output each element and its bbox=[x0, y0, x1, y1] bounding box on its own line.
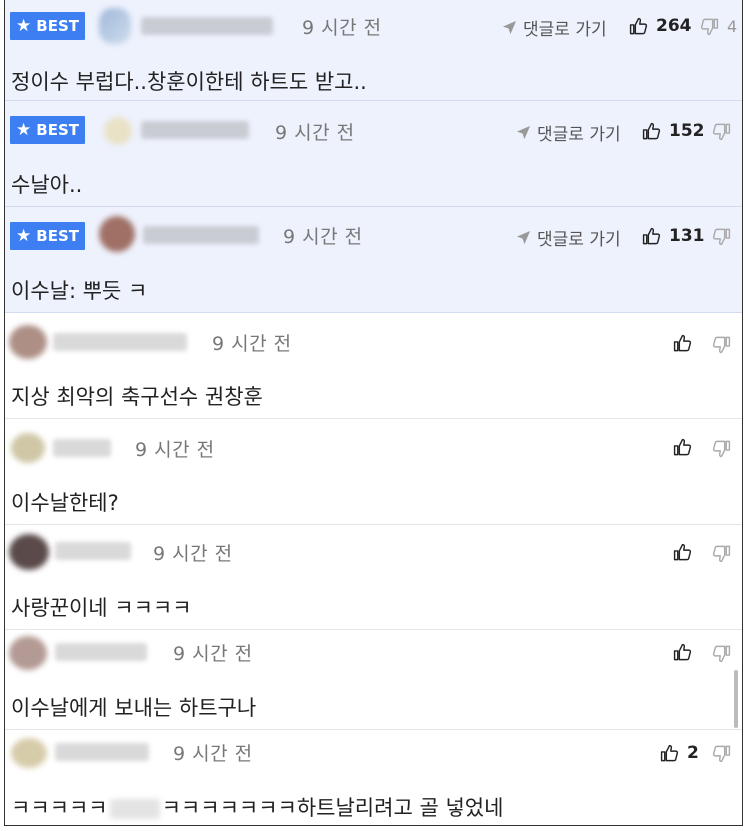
comment-item: 9 시간 전 이수날한테? bbox=[5, 419, 742, 525]
best-badge: ★ BEST bbox=[10, 222, 85, 250]
dislike-button[interactable] bbox=[712, 122, 731, 141]
nickname-blurred bbox=[143, 226, 259, 244]
nickname-blurred bbox=[53, 333, 187, 351]
thumbs-down-icon bbox=[700, 17, 719, 36]
comment-time: 9 시간 전 bbox=[173, 643, 253, 665]
thumbs-down-icon bbox=[712, 744, 731, 763]
blurred-text bbox=[109, 799, 160, 819]
comment-text: 정이수 부럽다..창훈이한테 하트도 받고.. bbox=[11, 70, 367, 94]
nickname-blurred bbox=[141, 17, 273, 35]
comment-item: 9 시간 전 지상 최악의 축구선수 권창훈 bbox=[5, 313, 742, 419]
thumbs-up-icon bbox=[642, 227, 661, 246]
comment-text: 이수날에게 보내는 하트구나 bbox=[11, 696, 257, 720]
comment-list: ★ BEST 9 시간 전 댓글로 가기 264 4 정이수 부럽다..창훈이한… bbox=[4, 0, 743, 826]
nickname-blurred bbox=[55, 643, 147, 661]
comment-time: 9 시간 전 bbox=[283, 226, 363, 248]
thumbs-up-icon bbox=[673, 643, 692, 662]
comment-item: ★ BEST 9 시간 전 댓글로 가기 264 4 정이수 부럽다..창훈이한… bbox=[5, 0, 742, 101]
like-button[interactable]: 131 bbox=[642, 226, 705, 246]
like-count: 2 bbox=[687, 743, 699, 763]
thumbs-up-icon bbox=[629, 17, 648, 36]
nickname-blurred bbox=[53, 439, 111, 457]
like-button[interactable] bbox=[673, 643, 692, 662]
comment-text: 수날아.. bbox=[11, 173, 83, 197]
send-arrow-icon bbox=[502, 20, 517, 35]
dislike-button[interactable] bbox=[712, 644, 731, 663]
reply-link[interactable]: 댓글로 가기 bbox=[516, 120, 621, 145]
avatar bbox=[99, 216, 135, 252]
star-icon: ★ bbox=[16, 119, 32, 140]
dislike-button[interactable] bbox=[712, 227, 731, 246]
thumbs-down-icon bbox=[712, 227, 731, 246]
dislike-button[interactable] bbox=[712, 439, 731, 458]
send-arrow-icon bbox=[516, 125, 531, 140]
thumbs-down-icon bbox=[712, 439, 731, 458]
dislike-count: 4 bbox=[727, 17, 738, 36]
reply-link[interactable]: 댓글로 가기 bbox=[502, 15, 607, 40]
like-count: 152 bbox=[669, 121, 705, 141]
comment-text: 사랑꾼이네 ㅋㅋㅋㅋ bbox=[11, 596, 192, 620]
best-badge: ★ BEST bbox=[10, 12, 85, 40]
like-button[interactable]: 152 bbox=[642, 121, 705, 141]
thumbs-up-icon bbox=[660, 744, 679, 763]
comment-time: 9 시간 전 bbox=[173, 743, 253, 765]
avatar bbox=[11, 433, 45, 463]
thumbs-up-icon bbox=[673, 438, 692, 457]
comment-text: 지상 최악의 축구선수 권창훈 bbox=[11, 385, 263, 409]
like-count: 264 bbox=[656, 16, 692, 36]
dislike-button[interactable]: 4 bbox=[700, 17, 737, 36]
avatar bbox=[99, 8, 131, 44]
nickname-blurred bbox=[55, 542, 131, 560]
comment-text: 이수날한테? bbox=[11, 491, 119, 515]
star-icon: ★ bbox=[16, 15, 32, 36]
comment-item: ★ BEST 9 시간 전 댓글로 가기 152 수날아.. bbox=[5, 101, 742, 207]
thumbs-down-icon bbox=[712, 122, 731, 141]
like-button[interactable]: 264 bbox=[629, 16, 692, 36]
like-button[interactable]: 2 bbox=[660, 743, 699, 763]
avatar bbox=[11, 738, 47, 768]
like-button[interactable] bbox=[673, 334, 692, 353]
comment-item: 9 시간 전 사랑꾼이네 ㅋㅋㅋㅋ bbox=[5, 525, 742, 630]
dislike-button[interactable] bbox=[712, 335, 731, 354]
avatar bbox=[104, 117, 132, 145]
comment-time: 9 시간 전 bbox=[212, 333, 292, 355]
like-button[interactable] bbox=[673, 438, 692, 457]
star-icon: ★ bbox=[16, 225, 32, 246]
thumbs-down-icon bbox=[712, 544, 731, 563]
comment-item: 9 시간 전 이수날에게 보내는 하트구나 bbox=[5, 630, 742, 730]
comment-text: 이수날: 뿌듯 ㅋ bbox=[11, 279, 148, 303]
best-badge: ★ BEST bbox=[10, 116, 85, 144]
comment-text: ㅋㅋㅋㅋㅋ ㅋㅋㅋㅋㅋㅋㅋ하트날리려고 골 넣었네 bbox=[11, 796, 504, 820]
comment-time: 9 시간 전 bbox=[135, 439, 215, 461]
like-count: 131 bbox=[669, 226, 705, 246]
comment-time: 9 시간 전 bbox=[302, 17, 382, 39]
nickname-blurred bbox=[141, 121, 249, 139]
dislike-button[interactable] bbox=[712, 744, 731, 763]
thumbs-down-icon bbox=[712, 335, 731, 354]
send-arrow-icon bbox=[516, 230, 531, 245]
thumbs-down-icon bbox=[712, 644, 731, 663]
reply-link[interactable]: 댓글로 가기 bbox=[516, 225, 621, 250]
thumbs-up-icon bbox=[673, 334, 692, 353]
comment-time: 9 시간 전 bbox=[275, 122, 355, 144]
comment-item: ★ BEST 9 시간 전 댓글로 가기 131 이수날: 뿌듯 ㅋ bbox=[5, 207, 742, 313]
scrollbar-thumb[interactable] bbox=[734, 670, 738, 728]
dislike-button[interactable] bbox=[712, 544, 731, 563]
thumbs-up-icon bbox=[642, 122, 661, 141]
comment-item: 9 시간 전 2 ㅋㅋㅋㅋㅋ ㅋㅋㅋㅋㅋㅋㅋ하트날리려고 골 넣었네 bbox=[5, 730, 742, 825]
comment-time: 9 시간 전 bbox=[153, 543, 233, 565]
thumbs-up-icon bbox=[673, 543, 692, 562]
avatar bbox=[9, 325, 47, 359]
like-button[interactable] bbox=[673, 543, 692, 562]
avatar bbox=[9, 636, 47, 670]
nickname-blurred bbox=[55, 743, 149, 761]
avatar bbox=[9, 534, 49, 570]
